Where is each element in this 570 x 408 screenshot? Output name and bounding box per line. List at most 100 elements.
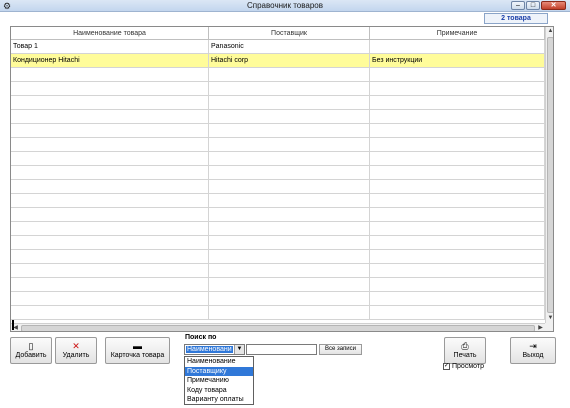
table-row[interactable]: Товар 1 Panasonic xyxy=(11,40,545,54)
table-row[interactable] xyxy=(11,180,545,194)
table-cell[interactable] xyxy=(209,208,370,222)
scroll-right-icon[interactable]: ▶ xyxy=(536,324,545,331)
table-cell[interactable] xyxy=(370,96,545,110)
table-row[interactable] xyxy=(11,236,545,250)
dropdown-option[interactable]: Наименование xyxy=(185,357,253,367)
dropdown-option[interactable]: Коду товара xyxy=(185,386,253,396)
table-row[interactable] xyxy=(11,306,545,320)
table-cell[interactable] xyxy=(11,236,209,250)
print-button[interactable]: ⎙ Печать xyxy=(444,337,486,364)
vertical-scrollbar[interactable]: ▲ ▼ xyxy=(545,27,553,323)
table-cell[interactable] xyxy=(209,292,370,306)
table-cell[interactable] xyxy=(209,222,370,236)
maximize-button[interactable]: □ xyxy=(526,1,540,10)
table-cell[interactable]: Panasonic xyxy=(209,40,370,54)
table-cell[interactable] xyxy=(11,278,209,292)
table-cell[interactable] xyxy=(209,250,370,264)
table-cell[interactable]: Без инструкции xyxy=(370,54,545,68)
vertical-scroll-thumb[interactable] xyxy=(547,37,553,313)
table-cell[interactable] xyxy=(370,264,545,278)
table-row[interactable] xyxy=(11,152,545,166)
table-cell[interactable] xyxy=(370,236,545,250)
table-cell[interactable] xyxy=(11,82,209,96)
table-cell[interactable] xyxy=(370,68,545,82)
table-cell[interactable]: Товар 1 xyxy=(11,40,209,54)
table-cell[interactable] xyxy=(370,306,545,320)
table-cell[interactable] xyxy=(370,278,545,292)
table-cell[interactable] xyxy=(11,222,209,236)
table-cell[interactable] xyxy=(370,152,545,166)
table-cell[interactable] xyxy=(11,250,209,264)
table-cell[interactable] xyxy=(11,306,209,320)
column-header-supplier[interactable]: Поставщик xyxy=(209,27,370,40)
table-cell[interactable] xyxy=(209,138,370,152)
horizontal-scroll-thumb[interactable] xyxy=(21,325,535,331)
table-cell[interactable] xyxy=(209,194,370,208)
table-cell[interactable] xyxy=(370,40,545,54)
table-row[interactable] xyxy=(11,138,545,152)
table-row[interactable] xyxy=(11,264,545,278)
preview-checkbox[interactable]: ✓ xyxy=(443,363,450,370)
table-row[interactable] xyxy=(11,208,545,222)
table-row[interactable] xyxy=(11,166,545,180)
table-cell[interactable] xyxy=(11,96,209,110)
all-records-button[interactable]: Все записи xyxy=(319,344,362,355)
table-row[interactable] xyxy=(11,82,545,96)
table-cell[interactable] xyxy=(209,124,370,138)
product-card-button[interactable]: ▬ Карточка товара xyxy=(105,337,170,364)
table-cell[interactable] xyxy=(209,110,370,124)
search-input[interactable] xyxy=(246,344,317,355)
table-cell[interactable] xyxy=(11,138,209,152)
table-row[interactable] xyxy=(11,96,545,110)
table-cell[interactable] xyxy=(370,166,545,180)
column-header-name[interactable]: Наименование товара xyxy=(11,27,209,40)
table-cell[interactable] xyxy=(209,236,370,250)
table-cell[interactable]: Кондиционер Hitachi xyxy=(11,54,209,68)
table-row[interactable] xyxy=(11,194,545,208)
table-cell[interactable] xyxy=(370,208,545,222)
table-cell[interactable] xyxy=(11,292,209,306)
table-cell[interactable]: Hitachi corp xyxy=(209,54,370,68)
table-cell[interactable] xyxy=(209,152,370,166)
table-cell[interactable] xyxy=(370,138,545,152)
table-row[interactable] xyxy=(11,278,545,292)
dropdown-option[interactable]: Поставщику xyxy=(185,366,253,376)
scroll-down-icon[interactable]: ▼ xyxy=(546,314,553,323)
table-cell[interactable] xyxy=(209,68,370,82)
table-row[interactable] xyxy=(11,222,545,236)
scroll-up-icon[interactable]: ▲ xyxy=(546,27,553,36)
table-cell[interactable] xyxy=(370,110,545,124)
dropdown-option[interactable]: Варианту оплаты xyxy=(185,395,253,405)
minimize-button[interactable]: – xyxy=(511,1,525,10)
table-cell[interactable] xyxy=(209,264,370,278)
table-cell[interactable] xyxy=(11,208,209,222)
table-row[interactable] xyxy=(11,110,545,124)
horizontal-scrollbar[interactable]: ◀ ▶ xyxy=(11,323,545,331)
search-field-combobox[interactable]: Наименовани ▼ xyxy=(184,344,245,355)
close-button[interactable]: ✕ xyxy=(541,1,566,10)
table-cell[interactable] xyxy=(370,82,545,96)
table-cell[interactable] xyxy=(370,292,545,306)
add-button[interactable]: ▯ Добавить xyxy=(10,337,52,364)
table-row[interactable]: Кондиционер Hitachi Hitachi corp Без инстр… xyxy=(11,54,545,68)
table-cell[interactable] xyxy=(11,180,209,194)
dropdown-option[interactable]: Примечанию xyxy=(185,376,253,386)
table-cell[interactable] xyxy=(11,166,209,180)
table-cell[interactable] xyxy=(209,180,370,194)
chevron-down-icon[interactable]: ▼ xyxy=(234,345,244,354)
table-cell[interactable] xyxy=(370,222,545,236)
delete-button[interactable]: ✕ Удалить xyxy=(55,337,97,364)
exit-button[interactable]: ⇥ Выход xyxy=(510,337,556,364)
table-row[interactable] xyxy=(11,124,545,138)
products-table[interactable]: Наименование товара Поставщик Примечание… xyxy=(10,26,554,332)
table-cell[interactable] xyxy=(370,124,545,138)
table-row[interactable] xyxy=(11,250,545,264)
table-cell[interactable] xyxy=(11,264,209,278)
column-header-note[interactable]: Примечание xyxy=(370,27,545,40)
table-row[interactable] xyxy=(11,292,545,306)
table-cell[interactable] xyxy=(209,96,370,110)
table-cell[interactable] xyxy=(209,166,370,180)
table-cell[interactable] xyxy=(11,194,209,208)
table-cell[interactable] xyxy=(11,110,209,124)
table-cell[interactable] xyxy=(11,68,209,82)
